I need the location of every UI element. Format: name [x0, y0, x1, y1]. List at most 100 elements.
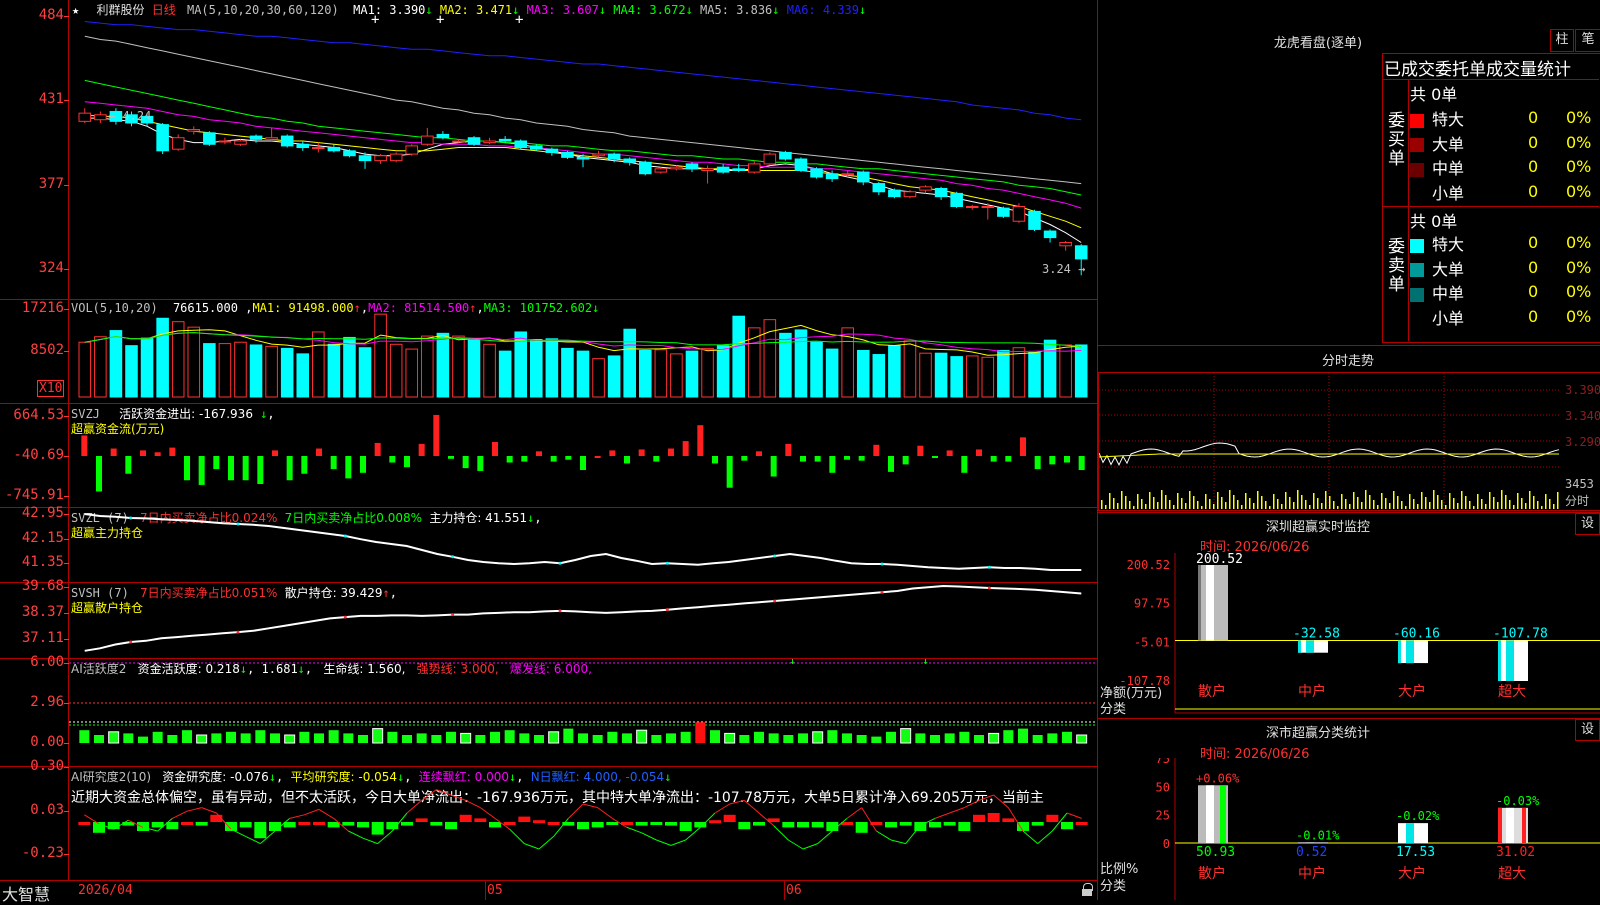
volume-bar	[965, 355, 979, 398]
svzj-bar	[800, 456, 806, 462]
ai-active-bar	[710, 730, 720, 743]
indicator-dot	[343, 534, 347, 538]
candle-body	[779, 151, 792, 160]
y-tick-label: 664.53	[13, 407, 64, 423]
kline-chart[interactable]: + + +	[69, 0, 1097, 299]
svzj-chart[interactable]	[69, 404, 1097, 507]
svzj-bar	[946, 450, 953, 456]
month-right: 06	[786, 883, 802, 898]
intraday-vol-bar	[1437, 495, 1439, 509]
ai-active-bar	[739, 735, 750, 743]
ai-active-bar	[270, 733, 280, 743]
svzj-bar	[932, 456, 938, 458]
right-panel[interactable]: 龙虎看盘(逐单) 柱 笔 已成交委托单成交量统计 委买单 委卖单 共 0单 共 …	[1098, 0, 1600, 900]
svzj-panel[interactable]: SVZJ 活跃资金进出: -167.936 ↓, 超赢资金流(万元) 664.5…	[0, 404, 1098, 507]
pen-mode-button[interactable]: 笔	[1575, 29, 1600, 52]
intraday-vol-bar	[1545, 494, 1547, 509]
down-arrow-mark: ↓	[922, 659, 929, 667]
svzj-bar	[330, 456, 337, 470]
svsh-panel[interactable]: SVSH (7) 7日内买卖净占比0.051% 散户持仓: 39.429↑, 超…	[0, 578, 1098, 658]
stat-settings-button[interactable]: 设	[1575, 719, 1600, 741]
stat-chart[interactable]: 75 50 25 0 +0.06% 50.93 散户 -0.01% 0.52 中户 -0.02% 17…	[1098, 752, 1600, 900]
intraday-vol-bar	[1369, 495, 1371, 509]
candle-body	[623, 158, 636, 163]
ai-active-bar	[519, 733, 530, 743]
candle-body	[389, 153, 403, 162]
volume-panel[interactable]: VOL(5,10,20) 76615.000 ,MA1: 91498.000↑,…	[0, 300, 1098, 403]
ai-research-line	[304, 808, 320, 816]
y-tick-label: 17216	[21, 300, 64, 316]
svzj-bar	[580, 456, 586, 470]
ai-research-bar	[738, 822, 751, 830]
svzj-bar	[169, 447, 176, 456]
buy-row: 特大 0 0%	[1410, 106, 1598, 131]
svzj-bar	[242, 456, 249, 481]
ai-research-line	[582, 803, 598, 809]
svzj-bar	[770, 456, 777, 477]
svsh-chart[interactable]	[69, 583, 1097, 658]
ai-research-bar	[855, 822, 868, 833]
svzj-bar	[477, 456, 484, 471]
intraday-vol-bar	[1477, 494, 1479, 509]
ai-active-bar	[416, 733, 427, 743]
monitor-chart[interactable]: 200.52 97.75 -5.01 -107.78 200.52 散户 -32.58 中户 -…	[1098, 552, 1600, 718]
ai-research-line	[201, 807, 217, 814]
buy-name: 特大	[1432, 110, 1465, 129]
svzj-bar	[448, 456, 454, 459]
candle-body	[234, 140, 247, 145]
bar-mode-button[interactable]: 柱	[1550, 29, 1574, 52]
ai-research-bar	[78, 822, 91, 825]
svzj-bar	[1020, 437, 1026, 456]
main-chart-area[interactable]: ★ 利群股份 日线 MA(5,10,20,30,60,120) MA1: 3.3…	[0, 0, 1098, 904]
ai-active-bar	[475, 735, 486, 743]
volume-bar	[1012, 347, 1026, 398]
ai-active-bar	[783, 735, 794, 743]
ai-research-bar	[518, 816, 531, 822]
ai-research-bar	[782, 822, 795, 828]
buy-pct: 0%	[1566, 132, 1592, 152]
volume-chart[interactable]	[69, 300, 1097, 403]
ai-research-bar	[195, 822, 208, 826]
svzl-panel[interactable]: SVZL (7) 7日内买卖净占比0.024% 7日内买卖净占比0.008% 主…	[0, 505, 1098, 582]
ai-research-chart[interactable]	[69, 767, 1097, 880]
volume-bar	[109, 330, 123, 398]
svzj-bar	[81, 435, 88, 456]
ai-active-bar	[372, 728, 384, 744]
ai-active-bar	[548, 731, 560, 744]
candle-body	[280, 135, 294, 147]
ai-active-bar	[607, 731, 618, 743]
sell-pct: 0%	[1566, 233, 1592, 252]
monitor-bar-edge	[1298, 640, 1301, 653]
intraday-vol-bar	[1389, 503, 1391, 509]
ai-research-line	[876, 830, 892, 841]
volume-bar	[94, 336, 107, 398]
ai-research-line	[788, 839, 804, 850]
ma-line-4	[84, 79, 1082, 196]
ai-active-chart[interactable]: ↓ ↓	[69, 659, 1097, 766]
stat-y-tick: 25	[1156, 809, 1170, 823]
candle-body	[561, 151, 574, 158]
volume-bar	[187, 326, 201, 398]
kline-panel[interactable]: ★ 利群股份 日线 MA(5,10,20,30,60,120) MA1: 3.3…	[0, 0, 1098, 299]
svzj-bar	[814, 456, 821, 462]
candle-body	[1043, 230, 1057, 239]
svzl-chart[interactable]	[69, 508, 1097, 582]
lhb-title: 龙虎看盘(逐单)	[1273, 36, 1363, 51]
intraday-chart[interactable]	[1099, 373, 1561, 509]
ai-active-bar	[768, 733, 779, 743]
svzj-bar	[228, 456, 234, 481]
intraday-vol-bar	[1177, 493, 1179, 509]
ai-active-panel[interactable]: AI活跃度2 资金活跃度: 0.218↓, 1.681↓, 生命线: 1.560…	[0, 654, 1098, 766]
intraday-vol-bar	[1117, 503, 1119, 509]
buy-row: 中单 0 0%	[1410, 155, 1598, 180]
color-swatch	[1410, 263, 1424, 277]
candle-body	[312, 147, 325, 150]
y-tick-label: 42.15	[21, 529, 64, 546]
ai-research-panel[interactable]: AI研究度2(10) 资金研究度: -0.076↓, 平均研究度: -0.054…	[0, 758, 1098, 880]
intraday-vol-bar	[1513, 505, 1515, 509]
intraday-vol-bar	[1145, 504, 1147, 509]
monitor-settings-button[interactable]: 设	[1575, 513, 1600, 535]
intraday-vol-bar	[1193, 496, 1195, 509]
intraday-vol-bar	[1361, 502, 1363, 509]
intraday-vol-bar	[1537, 501, 1539, 509]
